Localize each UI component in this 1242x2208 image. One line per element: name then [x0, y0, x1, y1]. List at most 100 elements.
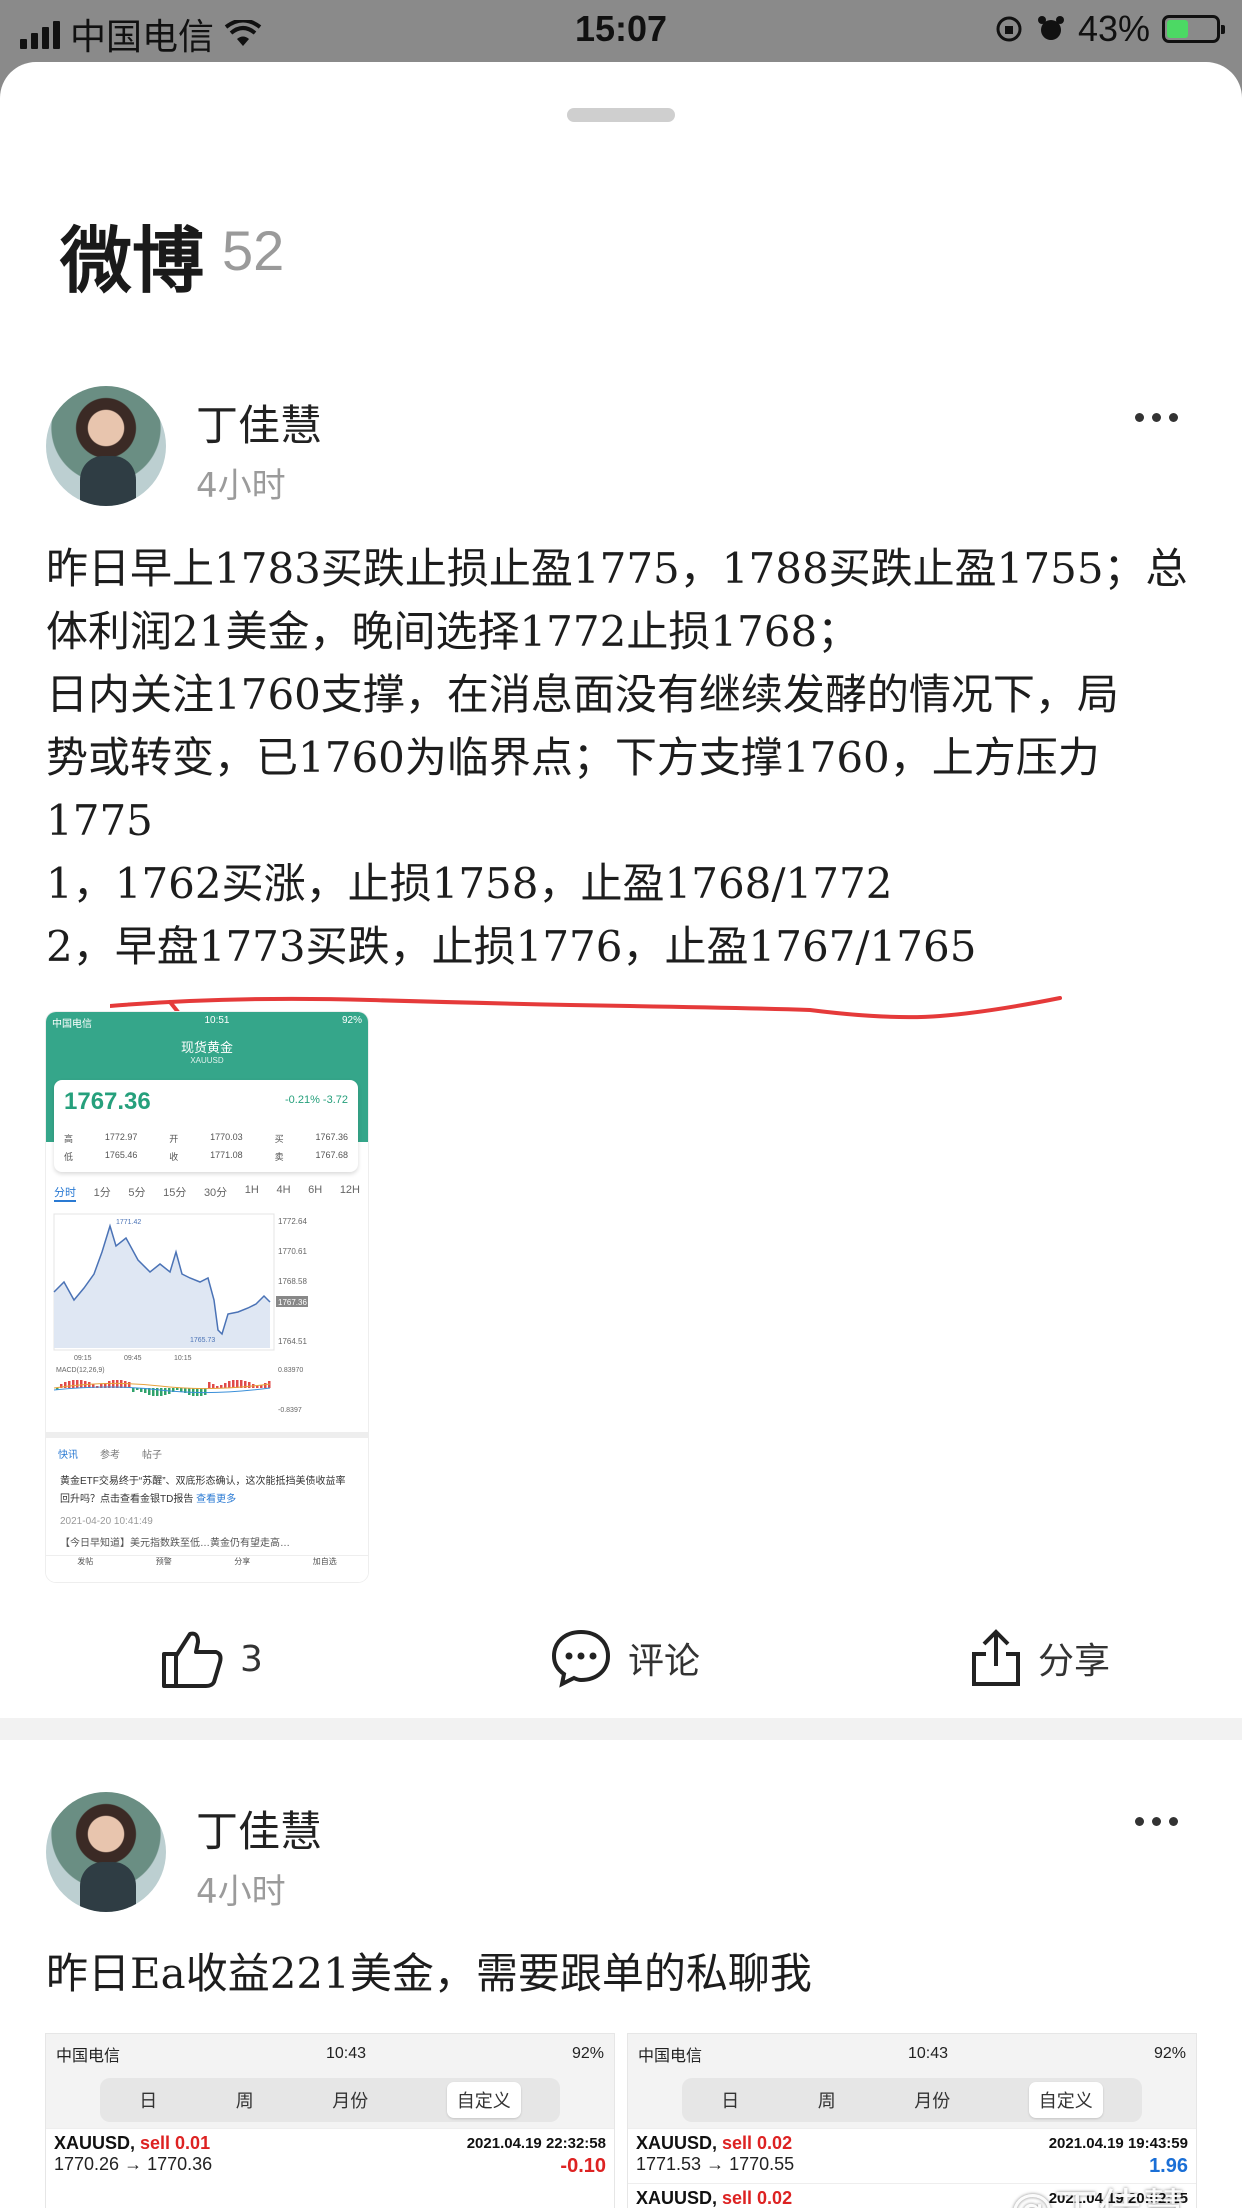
macd-label: MACD(12,26,9)	[56, 1367, 105, 1374]
image-status-bar: 中国电信 10:43 92%	[46, 2034, 614, 2074]
stat-cell: 开	[169, 1134, 179, 1144]
timeframe-tab[interactable]: 6H	[308, 1184, 322, 1202]
macd-bar	[220, 1385, 223, 1388]
timeframe-tab[interactable]: 12H	[340, 1184, 360, 1202]
x-tick: 09:15	[74, 1355, 92, 1362]
share-button[interactable]: 分享	[970, 1628, 1110, 1688]
trade-profit: -0.10	[560, 2155, 606, 2177]
period-segment[interactable]: 日	[721, 2087, 739, 2113]
post-line: 1775	[46, 796, 153, 845]
period-segment[interactable]: 周	[236, 2087, 254, 2113]
trade-date: 2021.04.19 19:43:59	[1048, 2135, 1188, 2152]
quote-subtitle: XAUUSD	[190, 1056, 224, 1065]
comment-button[interactable]: 评论	[550, 1628, 700, 1688]
news-time: 2021-04-20 10:41:49	[60, 1516, 153, 1527]
stat-cell: 1772.97	[104, 1132, 138, 1142]
price-value: 1767.36	[64, 1088, 151, 1115]
trade-date: 2021.04.19 22:32:58	[466, 2135, 606, 2152]
post-time: 4小时	[196, 466, 286, 506]
stat-cell: 卖	[274, 1152, 284, 1162]
more-options-icon[interactable]	[1116, 402, 1196, 432]
image-status-bar: 中国电信 10:51 92%	[46, 1012, 368, 1033]
stat-cell: 收	[169, 1152, 179, 1162]
post-line: 势或转变，已1760为临界点；下方支撑1760，上方压力	[46, 733, 1100, 782]
image-status-text: 中国电信	[638, 2048, 703, 2065]
macd-bar	[80, 1380, 83, 1388]
trade-symbol: XAUUSD,	[636, 2133, 723, 2153]
timeframe-tab[interactable]: 15分	[163, 1184, 186, 1202]
image-status-text: 92%	[571, 2045, 604, 2062]
macd-bar	[68, 1381, 71, 1388]
stats-row: 高 1772.97 开 1770.03 买 1767.36	[64, 1132, 348, 1145]
like-count: 3	[240, 1638, 263, 1680]
macd-bar	[176, 1388, 179, 1390]
trade-side: sell 0.02	[722, 2188, 793, 2208]
stats-row: 低 1765.46 收 1771.08 卖 1767.68	[64, 1150, 348, 1163]
stat-cell: 1771.08	[210, 1150, 243, 1160]
post-line: 1，1762买涨，止损1758，止盈1768/1772	[46, 859, 893, 908]
image-footer: 发帖 预警 分享 加自选	[46, 1555, 368, 1582]
sheet-grabber[interactable]	[567, 108, 675, 122]
macd-bar	[224, 1383, 227, 1388]
comment-label: 评论	[628, 1641, 701, 1682]
trade-side: sell 0.01	[140, 2133, 211, 2153]
period-segment[interactable]: 周	[818, 2087, 836, 2113]
period-segment[interactable]: 月份	[914, 2087, 950, 2113]
post-body: 昨日Ea收益221美金，需要跟单的私聊我	[46, 1942, 1196, 2005]
image-carrier: 中国电信	[52, 1019, 92, 1030]
y-tick: 1768.58	[278, 1277, 307, 1286]
watermark: @丁佳慧	[1010, 2174, 1186, 2208]
news-tab: 快讯	[58, 1450, 78, 1461]
footer-item: 预警	[155, 1557, 172, 1566]
macd-tick: 0.83970	[278, 1367, 303, 1374]
change-pct: -0.21%	[285, 1094, 320, 1106]
period-segment[interactable]: 自定义	[446, 2082, 521, 2118]
image-status-text: 10:43	[325, 2045, 367, 2062]
macd-bar	[164, 1388, 167, 1395]
image-time: 10:51	[204, 1015, 230, 1026]
y-tick: 1764.51	[278, 1337, 307, 1346]
post-image[interactable]: 中国电信 10:43 92% 日 周 月份 自定义 XAUUSD, sell 0.01 2021…	[46, 2034, 614, 2208]
post-line: 昨日早上1783买跌止损止盈1775，1788买跌止盈1755；总	[46, 544, 1188, 593]
battery-level	[1167, 20, 1188, 38]
trade-prices: 1771.53 → 1770.55	[636, 2154, 795, 2174]
like-button[interactable]: 3	[160, 1628, 263, 1690]
footer-item: 加自选	[312, 1557, 337, 1566]
page-title: 微博	[60, 219, 205, 303]
timeframe-tab[interactable]: 1H	[245, 1184, 259, 1202]
timeframe-tab[interactable]: 分时	[54, 1184, 76, 1202]
trade-symbol: XAUUSD,	[54, 2133, 141, 2153]
macd-bar	[248, 1382, 251, 1388]
current-price-tag: 1767.36	[278, 1298, 307, 1307]
timeframe-tab[interactable]: 1分	[94, 1184, 111, 1202]
news-tab: 帖子	[142, 1450, 162, 1461]
macd-bar	[232, 1380, 235, 1388]
timeframe-tab[interactable]: 5分	[128, 1184, 145, 1202]
alarm-icon	[1037, 16, 1064, 40]
image-status-text: 中国电信	[56, 2048, 121, 2065]
post-image[interactable]: 中国电信 10:51 92% 现货黄金 XAUUSD 1767.36 -0.21…	[46, 1012, 368, 1582]
stat-cell: 高	[64, 1134, 74, 1144]
stat-cell: 1767.36	[315, 1132, 348, 1142]
orientation-lock-icon	[996, 16, 1022, 42]
trade-prices: 1770.26 → 1770.36	[54, 2154, 213, 2174]
avatar[interactable]	[46, 386, 166, 506]
avatar[interactable]	[46, 1792, 166, 1912]
author-name[interactable]: 丁佳慧	[196, 1798, 322, 1859]
period-segment[interactable]: 日	[139, 2087, 157, 2113]
timeframe-tab[interactable]: 30分	[204, 1184, 227, 1202]
macd-bar	[216, 1386, 219, 1388]
timeframe-tab[interactable]: 4H	[276, 1184, 290, 1202]
stat-cell: 买	[274, 1134, 284, 1144]
author-name[interactable]: 丁佳慧	[196, 392, 322, 453]
trade-side: sell 0.02	[722, 2133, 793, 2153]
status-bar: 中国电信 15:07 43%	[0, 0, 1242, 62]
period-segment[interactable]: 自定义	[1028, 2082, 1103, 2118]
period-segment[interactable]: 月份	[332, 2087, 368, 2113]
macd-bar	[160, 1388, 163, 1396]
comment-icon	[551, 1629, 611, 1688]
image-status-bar: 中国电信 10:43 92%	[628, 2034, 1196, 2074]
image-status-text: 92%	[1153, 2045, 1186, 2062]
post-separator	[0, 1718, 1242, 1740]
more-options-icon[interactable]	[1116, 1806, 1196, 1836]
